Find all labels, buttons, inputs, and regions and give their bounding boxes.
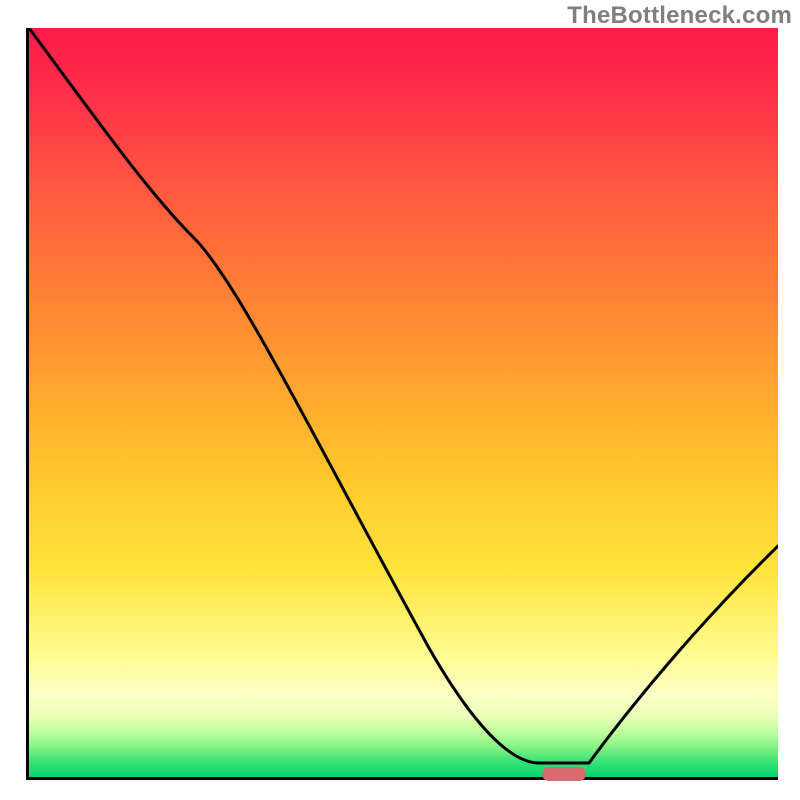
watermark-text: TheBottleneck.com [567, 2, 792, 30]
curve-svg [29, 28, 778, 777]
optimum-marker [542, 767, 586, 781]
chart-frame: TheBottleneck.com [0, 0, 800, 800]
plot-area [26, 28, 778, 780]
main-curve [29, 28, 778, 763]
